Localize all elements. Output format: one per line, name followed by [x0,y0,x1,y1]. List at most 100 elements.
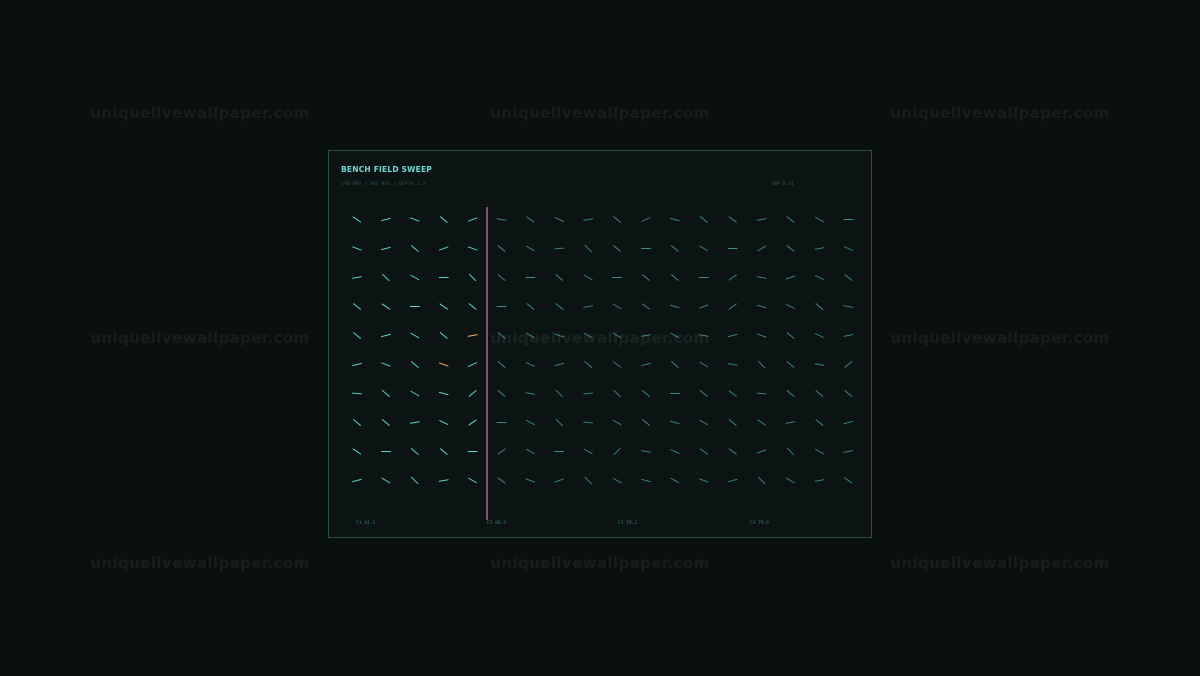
field-vector-mark [554,478,564,483]
field-vector-mark [583,305,594,308]
field-vector-mark [843,246,853,251]
field-vector-mark [381,419,390,426]
field-vector-mark [642,419,650,426]
field-vector-mark [814,275,824,280]
field-vector-mark [843,334,854,337]
field-vector-mark [613,447,621,456]
field-vector-mark [467,246,478,251]
field-vector-mark [612,332,622,339]
field-vector-mark [468,390,477,397]
field-vector-mark [352,362,362,367]
field-vector-mark [728,303,737,310]
field-vector-mark [613,216,621,223]
field-vector-mark [438,362,449,367]
field-vector-mark [382,273,390,282]
field-vector-mark [699,216,708,223]
field-vector-mark [352,478,362,483]
x-tick-label: F4 79.6 [750,521,769,526]
field-vector-mark [757,245,766,252]
field-vector-mark [786,361,795,368]
field-marks [352,216,854,485]
field-vector-mark [410,332,420,339]
field-vector-mark [642,274,650,281]
field-vector-mark [699,245,709,252]
field-vector-mark [844,477,853,484]
field-vector-mark [554,362,565,367]
watermark-text: uniquelivewallpaper.com [90,104,310,122]
field-vector-mark [815,303,824,310]
field-vector-mark [815,216,824,223]
wallpaper-background: uniquelivewallpaper.com uniquelivewallpa… [0,0,1200,676]
field-vector-mark [583,421,594,424]
field-vector-mark [583,392,594,395]
field-vector-mark [613,245,621,252]
watermark-text: uniquelivewallpaper.com [890,104,1110,122]
field-vector-mark [468,303,477,310]
field-vector-mark [699,390,708,397]
field-vector-mark [756,218,767,221]
watermark-text: uniquelivewallpaper.com [90,554,310,572]
field-vector-mark [583,448,593,455]
field-vector-mark [497,477,506,484]
field-vector-mark [671,274,679,281]
field-vector-mark [439,420,449,425]
field-vector-mark [786,332,795,339]
field-vector-mark [613,389,621,398]
field-vector-mark [786,477,795,484]
field-vector-mark [554,333,564,338]
field-vector-mark [756,276,767,279]
field-vector-mark [584,244,592,253]
x-tick-label: F3 79.2 [618,521,637,526]
field-vector-mark [814,479,825,482]
field-vector-mark [756,333,767,338]
field-vector-mark [670,217,680,222]
field-vector-mark [410,448,419,455]
field-vector-mark [612,303,622,310]
field-vector-mark [641,334,651,337]
field-vector-mark [815,390,824,397]
field-vector-mark [439,448,448,455]
field-vector-mark [554,247,565,250]
field-vector-mark [381,477,391,484]
field-vector-mark [843,420,854,425]
field-vector-mark [757,360,766,369]
field-vector-mark [727,478,738,483]
field-vector-mark [727,333,738,338]
field-vector-mark [410,245,419,252]
field-vector-mark [815,419,824,426]
field-vector-mark [526,419,535,426]
field-vector-mark [555,389,563,398]
field-vector-mark [381,333,391,338]
field-vector-mark [671,245,679,252]
field-vector-mark [497,390,506,397]
field-vector-mark [814,333,824,338]
field-vector-mark [786,390,795,397]
field-vector-mark [411,476,419,485]
field-vector-mark [526,332,535,339]
field-vector-mark [785,275,796,280]
field-vector-mark [843,450,854,453]
field-vector-mark [353,332,361,339]
field-vector-mark [728,419,737,426]
field-vector-mark [555,418,563,427]
field-panel: BENCH FIELD SWEEP SYN-DRV / ARC-RSL / DE… [328,150,872,538]
field-vector-mark [353,419,361,426]
vector-field-plot [352,207,854,520]
field-vector-mark [410,217,420,222]
field-vector-mark [381,362,391,367]
field-vector-mark [584,476,592,485]
field-vector-mark [439,303,448,310]
field-vector-mark [641,217,651,222]
field-vector-mark [438,246,449,251]
field-vector-mark [468,477,477,484]
field-vector-mark [844,274,853,281]
field-vector-mark [728,274,737,281]
field-vector-mark [438,391,449,396]
field-vector-mark [409,421,420,424]
field-vector-mark [641,362,651,367]
field-vector-mark [642,390,650,397]
field-vector-mark [497,245,506,252]
field-vector-mark [698,334,709,337]
field-vector-mark [756,304,767,309]
field-vector-mark [584,361,593,368]
